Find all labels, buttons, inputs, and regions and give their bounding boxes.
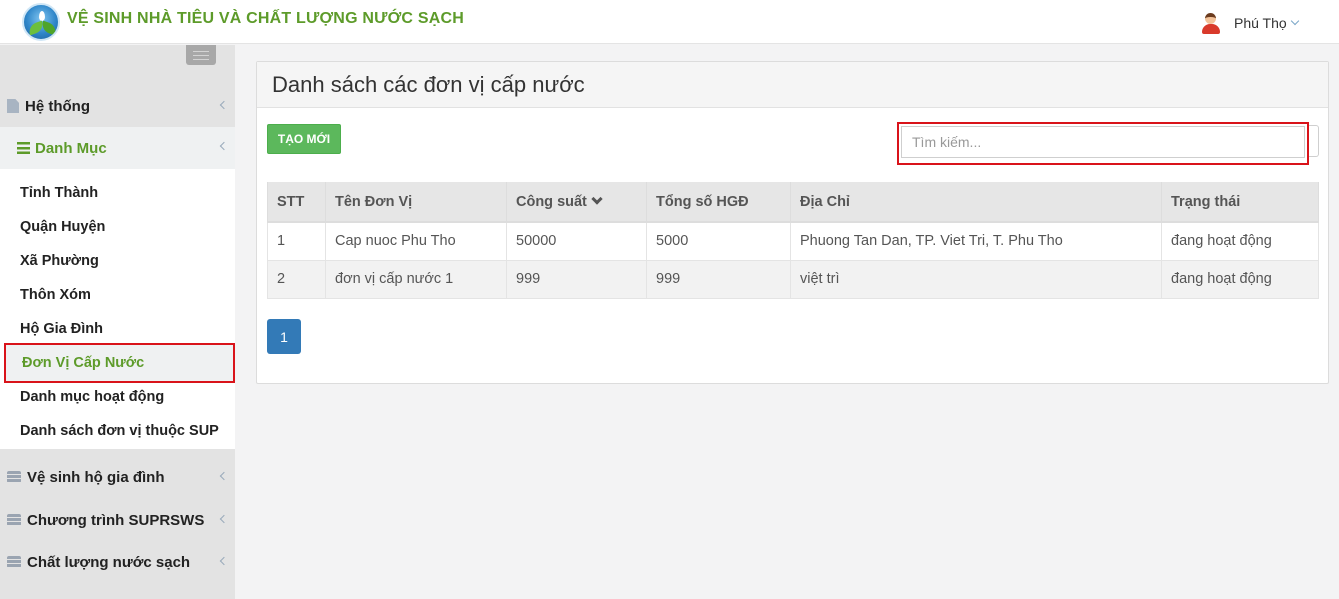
sidebar-item-chat-luong-nuoc-sach[interactable]: Chất lượng nước sạch xyxy=(0,542,235,582)
sidebar-item-label: Chất lượng nước sạch xyxy=(27,553,191,571)
column-header-dia-chi[interactable]: Địa Chỉ xyxy=(790,182,1162,223)
search-input[interactable] xyxy=(901,126,1305,158)
app-logo[interactable] xyxy=(22,3,60,41)
database-icon xyxy=(7,471,21,483)
sidebar-item-label: Vệ sinh hộ gia đình xyxy=(27,468,165,486)
cell-tong-so-hgd: 5000 xyxy=(646,221,791,261)
submenu-item-danh-muc-hoat-dong[interactable]: Danh mục hoạt động xyxy=(0,380,235,414)
submenu-item-tinh-thanh[interactable]: Tỉnh Thành xyxy=(0,176,235,210)
submenu-item-thon-xom[interactable]: Thôn Xóm xyxy=(0,278,235,312)
table-row[interactable]: 1 Cap nuoc Phu Tho 50000 5000 Phuong Tan… xyxy=(267,221,1319,261)
table-row[interactable]: 2 đơn vị cấp nước 1 999 999 việt trì đan… xyxy=(267,259,1319,299)
column-header-cong-suat[interactable]: Công suất xyxy=(506,182,647,223)
cell-ten-don-vi: đơn vị cấp nước 1 xyxy=(325,259,507,299)
cell-tong-so-hgd: 999 xyxy=(646,259,791,299)
water-supply-table: STT Tên Đơn Vị Công suất Tổng số HGĐ Địa… xyxy=(267,182,1319,299)
sidebar-item-chuong-trinh-suprsws[interactable]: Chương trình SUPRSWS xyxy=(0,500,235,540)
column-header-tong-so-hgd[interactable]: Tổng số HGĐ xyxy=(646,182,791,223)
bars-icon xyxy=(17,142,30,154)
cell-trang-thai: đang hoạt động xyxy=(1161,259,1319,299)
search-input-edge xyxy=(1309,125,1319,157)
file-icon xyxy=(7,99,19,113)
cell-trang-thai: đang hoạt động xyxy=(1161,221,1319,261)
danh-muc-submenu: Tỉnh Thành Quận Huyện Xã Phường Thôn Xóm… xyxy=(0,169,235,449)
cell-ten-don-vi: Cap nuoc Phu Tho xyxy=(325,221,507,261)
panel-header: Danh sách các đơn vị cấp nước xyxy=(257,62,1328,108)
pagination-page-button[interactable]: 1 xyxy=(267,319,301,354)
database-icon xyxy=(7,514,21,526)
cell-stt: 2 xyxy=(267,259,326,299)
submenu-item-quan-huyen[interactable]: Quận Huyện xyxy=(0,210,235,244)
search-highlight-box xyxy=(897,122,1309,165)
create-new-button[interactable]: TẠO MỚI xyxy=(267,124,341,154)
column-header-label: Công suất xyxy=(516,193,587,210)
sidebar-item-label: Chương trình SUPRSWS xyxy=(27,511,205,529)
sidebar-item-label: Hệ thống xyxy=(25,97,90,115)
submenu-item-don-vi-cap-nuoc[interactable]: Đơn Vị Cấp Nước xyxy=(4,343,235,383)
chevron-left-icon xyxy=(219,141,229,151)
table-header-row: STT Tên Đơn Vị Công suất Tổng số HGĐ Địa… xyxy=(267,182,1319,223)
sidebar: Hệ thống Danh Mục Tỉnh Thành Quận Huyện … xyxy=(0,45,235,599)
submenu-item-xa-phuong[interactable]: Xã Phường xyxy=(0,244,235,278)
sidebar-toggle-button[interactable] xyxy=(186,45,216,65)
cell-cong-suat: 999 xyxy=(506,259,647,299)
database-icon xyxy=(7,556,21,568)
column-header-ten-don-vi[interactable]: Tên Đơn Vị xyxy=(325,182,507,223)
page-title: Danh sách các đơn vị cấp nước xyxy=(272,72,585,97)
sort-desc-icon[interactable] xyxy=(591,192,603,205)
sidebar-item-he-thong[interactable]: Hệ thống xyxy=(0,86,235,126)
user-name: Phú Thọ xyxy=(1234,15,1287,31)
column-header-trang-thai[interactable]: Trạng thái xyxy=(1161,182,1319,223)
submenu-item-ho-gia-dinh[interactable]: Hộ Gia Đình xyxy=(0,312,235,346)
chevron-left-icon xyxy=(219,100,229,110)
cell-dia-chi: việt trì xyxy=(790,259,1162,299)
sidebar-item-label: Danh Mục xyxy=(35,139,107,157)
chevron-left-icon xyxy=(219,514,229,524)
submenu-item-danh-sach-don-vi-sup[interactable]: Danh sách đơn vị thuộc SUP xyxy=(0,414,235,448)
user-menu[interactable]: Phú Thọ xyxy=(1200,12,1299,34)
sidebar-item-danh-muc[interactable]: Danh Mục xyxy=(0,127,235,169)
chevron-left-icon xyxy=(219,556,229,566)
content-panel: Danh sách các đơn vị cấp nước TẠO MỚI ST… xyxy=(256,61,1329,384)
cell-dia-chi: Phuong Tan Dan, TP. Viet Tri, T. Phu Tho xyxy=(790,221,1162,261)
chevron-left-icon xyxy=(219,471,229,481)
column-header-stt[interactable]: STT xyxy=(267,182,326,223)
chevron-down-icon xyxy=(1290,16,1299,26)
cell-cong-suat: 50000 xyxy=(506,221,647,261)
sidebar-item-ve-sinh-ho-gia-dinh[interactable]: Vệ sinh hộ gia đình xyxy=(0,457,235,497)
cell-stt: 1 xyxy=(267,221,326,261)
top-header: VỆ SINH NHÀ TIÊU VÀ CHẤT LƯỢNG NƯỚC SẠCH… xyxy=(0,0,1339,44)
user-avatar-icon xyxy=(1200,12,1222,34)
app-title[interactable]: VỆ SINH NHÀ TIÊU VÀ CHẤT LƯỢNG NƯỚC SẠCH xyxy=(67,10,464,28)
